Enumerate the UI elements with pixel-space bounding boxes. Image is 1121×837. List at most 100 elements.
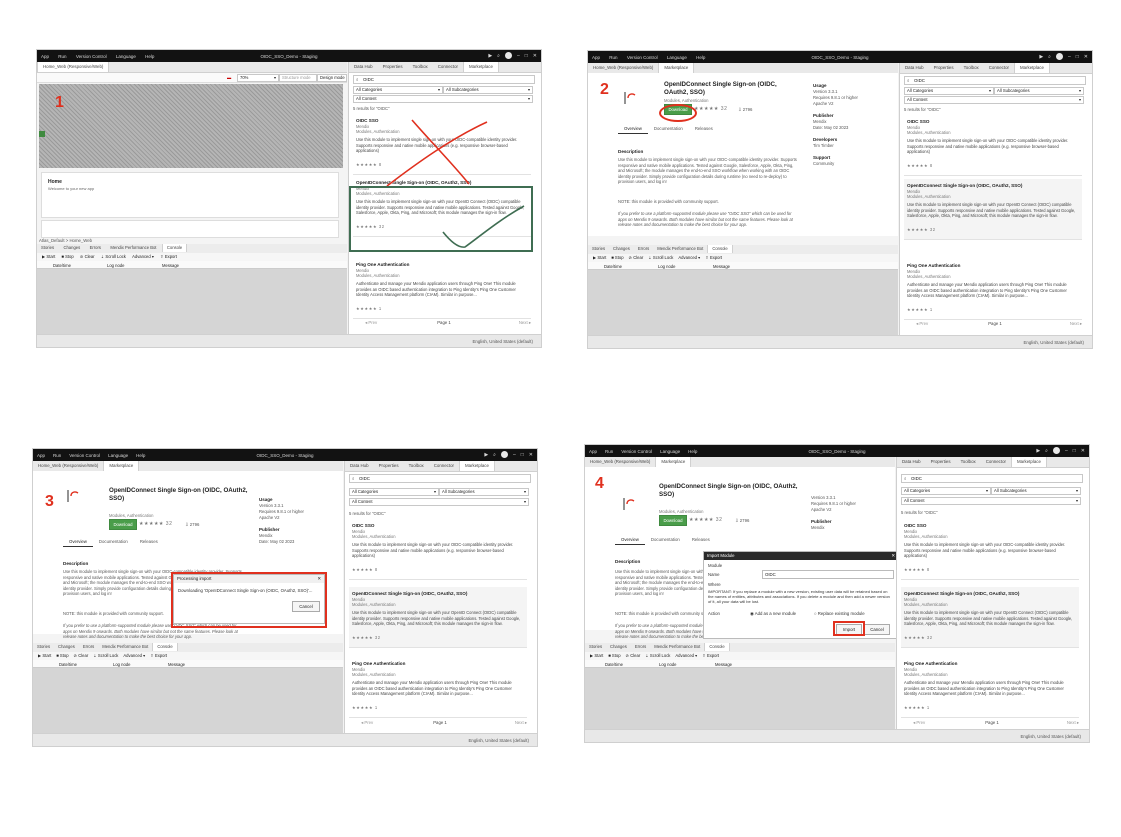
module-card[interactable]: Ping One Authentication Mendix Modules, Au… — [901, 657, 1079, 718]
stop-button[interactable]: ■ Stop — [61, 254, 73, 259]
close-icon[interactable]: ✕ — [891, 552, 895, 560]
replace-module-radio[interactable]: ○ Replace existing module — [814, 611, 865, 616]
tab-data-hub[interactable]: Data Hub — [349, 62, 378, 72]
tab-stories[interactable]: Stories — [585, 643, 606, 651]
start-button[interactable]: ▶ Start — [38, 653, 51, 658]
scroll-lock-button[interactable]: ⇣ Scroll Lock — [101, 254, 126, 259]
marketplace-search[interactable]: ⌕ OIDC — [904, 76, 1086, 85]
tab-home-web[interactable]: Home_Web (Responsive/Web) — [37, 62, 110, 72]
tab-marketplace-page[interactable]: Marketplace — [103, 461, 140, 471]
tab-overview[interactable]: Overview — [63, 539, 93, 547]
tab-overview[interactable]: Overview — [615, 537, 645, 545]
tab-marketplace[interactable]: Marketplace — [1013, 63, 1050, 73]
tab-marketplace[interactable]: Marketplace — [1010, 457, 1047, 467]
stop-button[interactable]: ■ Stop — [608, 653, 620, 658]
tab-releases[interactable]: Releases — [134, 539, 164, 546]
tab-documentation[interactable]: Documentation — [648, 126, 689, 133]
start-button[interactable]: ▶ Start — [593, 255, 606, 260]
subcategory-select[interactable]: All Subcategories ▾ — [994, 87, 1084, 95]
tab-connector[interactable]: Connector — [981, 457, 1011, 467]
tab-documentation[interactable]: Documentation — [645, 537, 686, 544]
run-icon[interactable]: ▶ — [1039, 54, 1043, 60]
add-new-module-radio[interactable]: ◉ Add as a new module — [750, 611, 796, 617]
search-icon[interactable]: ⌕ — [1048, 54, 1051, 60]
subcategory-select[interactable]: All Subcategories ▾ — [991, 487, 1081, 495]
run-icon[interactable]: ▶ — [488, 53, 492, 59]
tab-properties[interactable]: Properties — [929, 63, 959, 73]
clear-button[interactable]: ⊘ Clear — [629, 255, 644, 260]
module-card[interactable]: OIDC SSO Mendix Modules, Authentication Use… — [901, 519, 1079, 580]
tab-console[interactable]: Console — [161, 244, 188, 252]
avatar[interactable] — [500, 451, 508, 458]
download-button[interactable]: Download — [109, 519, 137, 530]
module-card[interactable]: OIDC SSO Mendix Modules, Authentication Use… — [904, 115, 1082, 176]
minimize-icon[interactable]: – — [517, 53, 520, 59]
maximize-icon[interactable]: □ — [525, 53, 528, 59]
tab-documentation[interactable]: Documentation — [93, 539, 134, 546]
tab-toolbox[interactable]: Toolbox — [404, 461, 429, 471]
tab-toolbox[interactable]: Toolbox — [956, 457, 981, 467]
avatar[interactable] — [504, 52, 512, 59]
search-icon[interactable]: ⌕ — [497, 53, 500, 59]
export-button[interactable]: ⇪ Export — [160, 254, 177, 259]
content-select[interactable]: All Content ▾ — [353, 95, 533, 103]
maximize-icon[interactable]: □ — [1076, 54, 1079, 60]
tab-stories[interactable]: Stories — [588, 245, 609, 253]
avatar[interactable] — [1052, 447, 1060, 454]
tab-releases[interactable]: Releases — [686, 537, 716, 544]
module-card[interactable]: OpenIDConnect Single Sign-on (OIDC, OAut… — [904, 179, 1082, 240]
run-icon[interactable]: ▶ — [1036, 448, 1040, 454]
download-button[interactable]: Download — [659, 515, 687, 526]
export-button[interactable]: ⇪ Export — [150, 653, 167, 658]
tab-connector[interactable]: Connector — [433, 62, 463, 72]
cancel-button[interactable]: Cancel — [864, 624, 890, 635]
tab-stories[interactable]: Stories — [33, 643, 54, 651]
add-widget-icon[interactable] — [39, 131, 45, 137]
module-card[interactable]: Ping One Authentication Mendix Modules, Au… — [349, 657, 527, 718]
tab-data-hub[interactable]: Data Hub — [345, 461, 374, 471]
stop-button[interactable]: ■ Stop — [56, 653, 68, 658]
tab-changes[interactable]: Changes — [609, 245, 634, 253]
content-select[interactable]: All Content ▾ — [904, 96, 1084, 104]
tab-changes[interactable]: Changes — [606, 643, 631, 651]
tab-data-hub[interactable]: Data Hub — [897, 457, 926, 467]
tab-marketplace[interactable]: Marketplace — [458, 461, 495, 471]
subcategory-select[interactable]: All Subcategories ▾ — [439, 488, 529, 496]
avatar[interactable] — [1055, 53, 1063, 60]
search-icon[interactable]: ⌕ — [493, 452, 496, 458]
advanced-dropdown[interactable]: Advanced ▾ — [675, 653, 697, 658]
tab-marketplace-page[interactable]: Marketplace — [658, 63, 695, 73]
minimize-icon[interactable]: – — [513, 452, 516, 458]
tab-changes[interactable]: Changes — [59, 244, 84, 252]
tab-properties[interactable]: Properties — [926, 457, 956, 467]
stop-button[interactable]: ■ Stop — [611, 255, 623, 260]
tab-toolbox[interactable]: Toolbox — [959, 63, 984, 73]
scroll-lock-button[interactable]: ⇣ Scroll Lock — [648, 255, 673, 260]
tab-marketplace[interactable]: Marketplace — [462, 62, 499, 72]
clear-button[interactable]: ⊘ Clear — [80, 254, 95, 259]
marketplace-search[interactable]: ⌕ OIDC — [901, 474, 1083, 483]
module-name-input[interactable]: OIDC — [762, 570, 894, 579]
tab-data-hub[interactable]: Data Hub — [900, 63, 929, 73]
module-card[interactable]: Ping One Authentication Mendix Modules, Au… — [353, 258, 531, 319]
category-select[interactable]: All Categories ▾ — [353, 86, 443, 94]
close-icon[interactable]: ✕ — [1084, 54, 1088, 60]
tab-performance-bot[interactable]: Mendix Performance Bot — [653, 245, 707, 253]
next-page-button[interactable]: Next ▸ — [1067, 720, 1079, 726]
tab-errors[interactable]: Errors — [631, 643, 650, 651]
content-select[interactable]: All Content ▾ — [349, 498, 529, 506]
tab-performance-bot[interactable]: Mendix Performance Bot — [98, 643, 152, 651]
tab-console[interactable]: Console — [152, 643, 178, 651]
tab-connector[interactable]: Connector — [984, 63, 1014, 73]
scroll-lock-button[interactable]: ⇣ Scroll Lock — [93, 653, 118, 658]
category-select[interactable]: All Categories ▾ — [349, 488, 439, 496]
export-button[interactable]: ⇪ Export — [705, 255, 722, 260]
tab-errors[interactable]: Errors — [86, 244, 105, 252]
tab-home-web[interactable]: Home_Web (Responsive/Web) — [588, 63, 658, 73]
module-card[interactable]: OpenIDConnect Single Sign-on (OIDC, OAut… — [901, 587, 1079, 648]
tab-errors[interactable]: Errors — [79, 643, 98, 651]
advanced-dropdown[interactable]: Advanced ▾ — [123, 653, 145, 658]
category-select[interactable]: All Categories ▾ — [901, 487, 991, 495]
module-card[interactable]: OIDC SSO Mendix Modules, Authentication Use… — [349, 519, 527, 580]
marketplace-search[interactable]: ⌕ OIDC — [349, 474, 531, 483]
